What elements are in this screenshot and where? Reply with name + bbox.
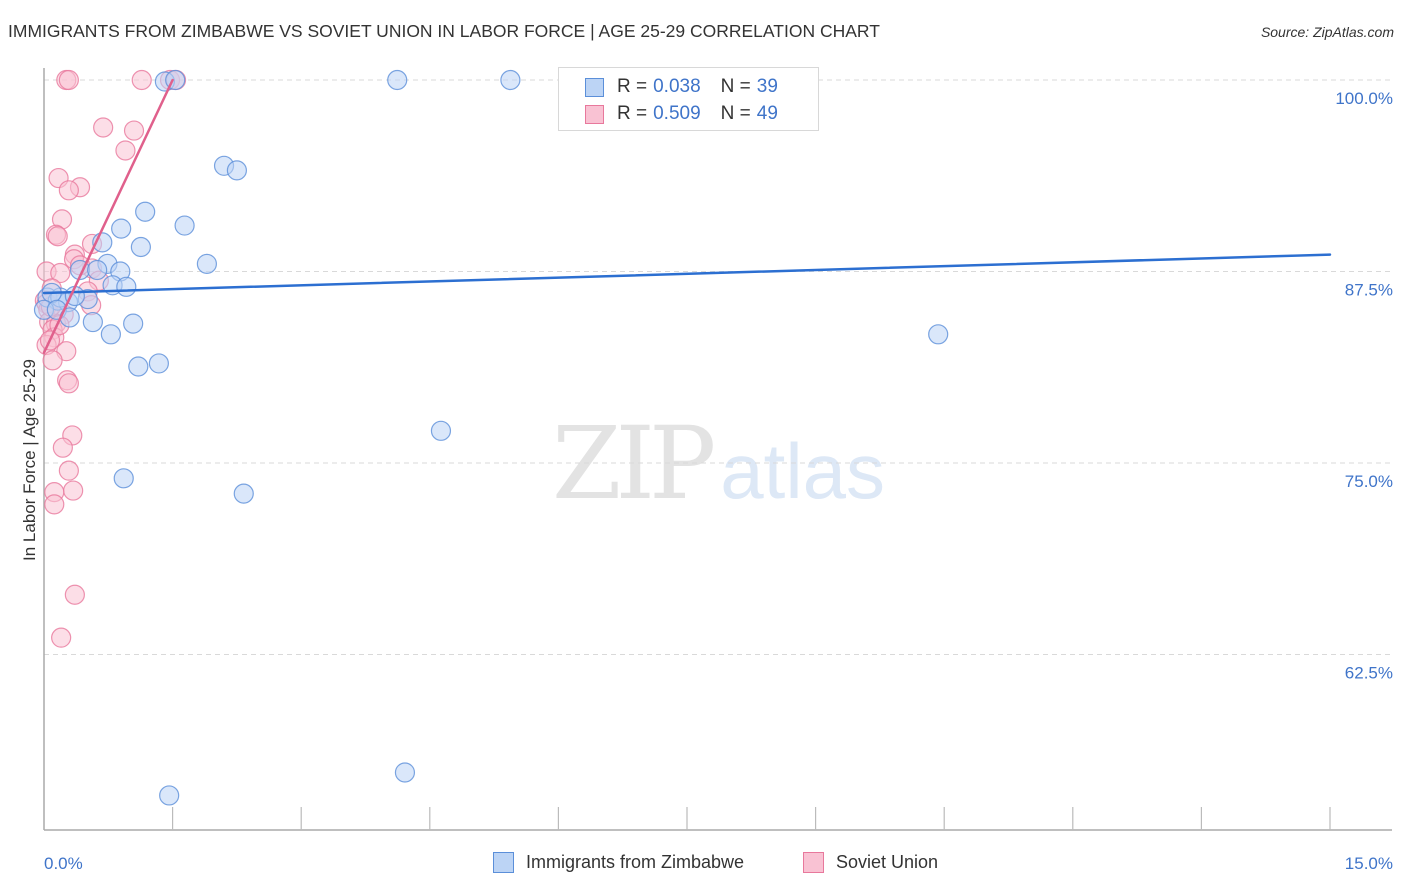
zimbabwe-point xyxy=(100,324,121,345)
correlation-legend: R = 0.038 N = 39 R = 0.509 N = 49 xyxy=(558,67,819,131)
scatter-chart: 100.0% 87.5% 75.0% 62.5% 0.0% 15.0% In Labor … xyxy=(20,68,1393,873)
bottom-legend-swatch-blue xyxy=(493,852,514,873)
legend-n-label: N = xyxy=(720,76,751,97)
soviet-union-point xyxy=(42,350,63,371)
bottom-legend-swatch-pink xyxy=(803,852,824,873)
zimbabwe-point xyxy=(116,276,137,297)
zimbabwe-point xyxy=(128,356,149,377)
soviet-union-point xyxy=(131,69,152,91)
soviet-union-point xyxy=(47,226,68,247)
soviet-union-point xyxy=(115,140,136,161)
legend-r-label: R = xyxy=(617,76,648,97)
bottom-legend-soviet-union: Soviet Union xyxy=(803,852,938,873)
zimbabwe-point xyxy=(174,215,195,236)
soviet-union-point xyxy=(52,437,73,458)
legend-r-value: 0.038 xyxy=(653,76,701,97)
y-tick-label: 100.0% xyxy=(1335,89,1393,108)
zimbabwe-point xyxy=(394,762,416,783)
soviet-union-point xyxy=(44,494,65,515)
y-tick-label: 62.5% xyxy=(1345,664,1393,683)
soviet-union-point xyxy=(64,584,85,605)
zimbabwe-point xyxy=(148,353,169,374)
zimbabwe-point xyxy=(130,236,151,258)
legend-n-label: N = xyxy=(720,103,751,124)
soviet-union-point xyxy=(58,460,79,481)
axes xyxy=(43,68,1392,831)
x-tick-label: 15.0% xyxy=(1345,854,1393,873)
zimbabwe-point xyxy=(226,160,247,181)
zimbabwe-point xyxy=(87,259,108,281)
gridlines xyxy=(44,79,1392,655)
zimbabwe-trend-line xyxy=(42,253,1332,295)
bottom-legend-label: Immigrants from Zimbabwe xyxy=(526,852,745,872)
soviet-union-point xyxy=(58,69,79,91)
tick-labels: 100.0% 87.5% 75.0% 62.5% 0.0% 15.0% xyxy=(44,89,1393,873)
y-tick-label: 75.0% xyxy=(1345,472,1393,491)
soviet-union-point xyxy=(93,117,114,138)
zimbabwe-point xyxy=(387,69,408,91)
bottom-legend-zimbabwe: Immigrants from Zimbabwe xyxy=(493,852,744,873)
y-tick-label: 87.5% xyxy=(1345,281,1393,300)
soviet-union-point xyxy=(123,120,145,141)
zimbabwe-point xyxy=(135,201,156,222)
zimbabwe-point xyxy=(500,69,521,91)
zimbabwe-point xyxy=(196,253,217,274)
soviet-union-point xyxy=(58,180,79,201)
legend-row-zimbabwe: R = 0.038 N = 39 xyxy=(585,75,778,99)
zimbabwe-point xyxy=(82,311,103,333)
soviet-union-point xyxy=(51,627,72,648)
legend-n-value: 39 xyxy=(756,76,778,97)
zimbabwe-point xyxy=(111,218,132,239)
soviet-union-point xyxy=(58,373,79,394)
legend-n-value: 49 xyxy=(756,103,778,124)
y-axis-label: In Labor Force | Age 25-29 xyxy=(20,359,39,561)
legend-r-value: 0.509 xyxy=(653,103,701,124)
legend-swatch-blue xyxy=(585,77,604,97)
zimbabwe-point xyxy=(113,468,134,489)
zimbabwe-point xyxy=(159,785,180,806)
x-tick-label: 0.0% xyxy=(44,854,83,873)
bottom-legend-label: Soviet Union xyxy=(836,852,939,872)
zimbabwe-point xyxy=(123,313,144,334)
series-zimbabwe xyxy=(33,69,949,806)
legend-row-soviet-union: R = 0.509 N = 49 xyxy=(585,102,778,126)
zimbabwe-point xyxy=(430,420,452,441)
zimbabwe-point xyxy=(233,483,254,504)
legend-r-label: R = xyxy=(617,103,648,124)
zimbabwe-point xyxy=(928,324,949,345)
soviet-union-point xyxy=(63,480,84,501)
legend-swatch-pink xyxy=(585,104,604,124)
